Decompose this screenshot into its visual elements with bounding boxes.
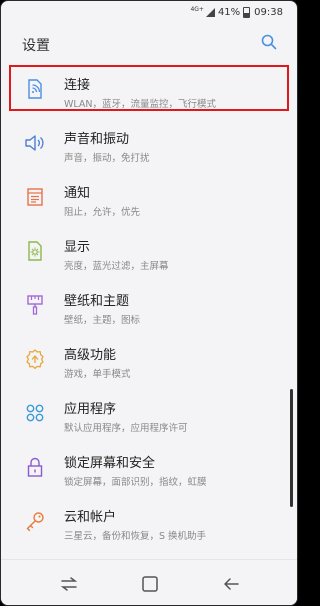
item-subtitle: 锁定屏幕，面部识别，指纹，虹膜 <box>64 477 207 488</box>
connections-icon <box>28 79 42 99</box>
search-icon[interactable] <box>261 34 277 50</box>
item-label: 云和帐户 <box>64 510 117 525</box>
phone-screen: 4G+ 41% 09:38 设置 连接 WLAN，蓝牙，流量监控，飞行模式 声音… <box>0 0 298 606</box>
page-title: 设置 <box>22 38 50 54</box>
item-label: 显示 <box>64 240 91 255</box>
settings-item-wallpaper[interactable]: 壁纸和主题 壁纸，主题，图标 <box>11 280 287 334</box>
battery-percent: 41% <box>217 7 241 18</box>
item-label: 高级功能 <box>64 348 117 363</box>
signal-icon <box>205 8 215 17</box>
item-subtitle: WLAN，蓝牙，流量监控，飞行模式 <box>64 99 217 110</box>
clock: 09:38 <box>254 7 283 18</box>
scrollbar[interactable] <box>290 389 293 507</box>
home-button-icon[interactable] <box>139 573 161 595</box>
apps-grid-icon <box>26 404 44 422</box>
back-arrow-icon[interactable] <box>220 573 242 595</box>
network-type: 4G+ <box>190 5 204 13</box>
settings-item-sound[interactable]: 声音和振动 声音，振动，免打扰 <box>11 118 287 172</box>
item-label: 声音和振动 <box>64 132 130 147</box>
item-subtitle: 壁纸，主题，图标 <box>64 315 141 326</box>
display-icon <box>28 241 42 261</box>
settings-header: 设置 <box>1 25 297 65</box>
item-label: 锁定屏幕和安全 <box>64 456 156 471</box>
speaker-icon <box>25 135 44 151</box>
settings-item-apps[interactable]: 应用程序 默认应用程序，应用程序许可 <box>11 388 287 442</box>
item-subtitle: 游戏，单手模式 <box>64 369 131 380</box>
item-label: 壁纸和主题 <box>64 294 130 309</box>
settings-item-connections[interactable]: 连接 WLAN，蓝牙，流量监控，飞行模式 <box>11 64 287 118</box>
item-subtitle: 亮度，蓝光过滤，主屏幕 <box>64 261 169 272</box>
item-subtitle: 阻止，允许，优先 <box>64 207 141 218</box>
navigation-bar <box>1 559 297 605</box>
settings-item-advanced[interactable]: 高级功能 游戏，单手模式 <box>11 334 287 388</box>
recent-apps-icon[interactable] <box>58 573 80 595</box>
key-icon <box>26 512 44 532</box>
settings-item-notifications[interactable]: 通知 阻止，允许，优先 <box>11 172 287 226</box>
advanced-features-icon <box>26 349 44 370</box>
lock-icon <box>27 457 43 477</box>
battery-icon <box>243 7 251 18</box>
item-subtitle: 三星云，备份和恢复，S 换机助手 <box>64 531 207 542</box>
paint-roller-icon <box>27 295 43 315</box>
notifications-icon <box>27 188 43 206</box>
settings-item-cloud-accounts[interactable]: 云和帐户 三星云，备份和恢复，S 换机助手 <box>11 496 287 550</box>
settings-item-lock-screen[interactable]: 锁定屏幕和安全 锁定屏幕，面部识别，指纹，虹膜 <box>11 442 287 496</box>
item-subtitle: 声音，振动，免打扰 <box>64 153 150 164</box>
item-subtitle: 默认应用程序，应用程序许可 <box>64 423 188 434</box>
settings-item-display[interactable]: 显示 亮度，蓝光过滤，主屏幕 <box>11 226 287 280</box>
item-label: 通知 <box>64 186 91 201</box>
item-label: 连接 <box>64 78 91 93</box>
status-bar: 4G+ 41% 09:38 <box>1 1 297 25</box>
item-label: 应用程序 <box>64 402 117 417</box>
